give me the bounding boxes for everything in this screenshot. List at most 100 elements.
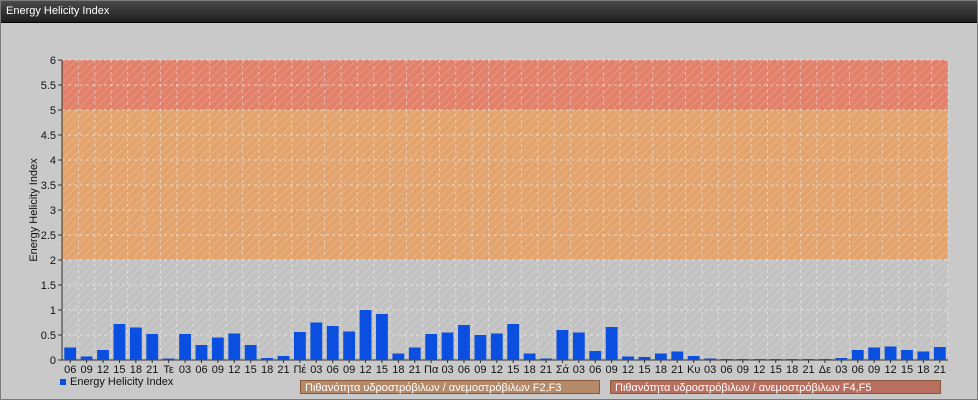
bar (851, 350, 864, 360)
bar (244, 345, 257, 360)
x-tick-label: 12 (228, 364, 240, 376)
x-tick-label: 18 (786, 364, 798, 376)
bar (704, 358, 716, 360)
x-tick-label: Δε (819, 364, 831, 376)
bar (622, 356, 634, 360)
x-tick-label: 03 (835, 364, 847, 376)
x-tick-label: 18 (655, 364, 667, 376)
y-tick-label: 1.5 (41, 280, 56, 292)
x-tick-label: 09 (868, 364, 880, 376)
x-tick-label: 06 (458, 364, 470, 376)
legend-band-f2f3: Πιθανότητα υδροστρόβιλων / ανεμοστρόβιλω… (300, 380, 600, 394)
bar (146, 334, 159, 360)
bar (129, 327, 142, 360)
y-tick-label: 0.5 (41, 330, 56, 342)
x-tick-label: 12 (491, 364, 503, 376)
x-tick-label: 21 (409, 364, 421, 376)
bar (97, 350, 109, 360)
bar (195, 345, 208, 360)
legend-band-f2f3-label: Πιθανότητα υδροστρόβιλων / ανεμοστρόβιλω… (305, 382, 562, 394)
bar (556, 330, 569, 360)
bar (802, 359, 815, 360)
x-tick-label: 21 (671, 364, 683, 376)
x-tick-label: 18 (130, 364, 142, 376)
x-tick-label: 12 (359, 364, 371, 376)
x-tick-label: Τε (163, 364, 174, 376)
x-tick-label: 15 (901, 364, 913, 376)
x-tick-label: Πέ (293, 364, 306, 376)
x-tick-label: 21 (146, 364, 158, 376)
x-tick-label: 09 (474, 364, 486, 376)
bar (901, 350, 913, 360)
bar (605, 327, 618, 360)
y-tick-label: 2.5 (41, 230, 56, 242)
bar (228, 333, 241, 360)
bar (720, 359, 733, 360)
x-tick-label: 21 (934, 364, 946, 376)
x-tick-label: 03 (704, 364, 716, 376)
y-tick-label: 4 (50, 155, 56, 167)
bar (786, 359, 799, 360)
bar (540, 358, 552, 360)
x-tick-label: 21 (802, 364, 814, 376)
x-tick-label: Σά (556, 364, 570, 376)
x-tick-label: 15 (770, 364, 782, 376)
bar (572, 332, 585, 360)
y-tick-label: 3 (50, 205, 56, 217)
bar (326, 326, 339, 360)
x-tick-label: 03 (310, 364, 322, 376)
x-tick-label: 06 (720, 364, 732, 376)
bar (835, 358, 848, 360)
bar (261, 358, 273, 360)
bar (671, 351, 684, 360)
bar (179, 334, 191, 360)
y-tick-label: 3.5 (41, 180, 56, 192)
x-tick-label: 15 (113, 364, 125, 376)
x-tick-label: 15 (376, 364, 388, 376)
bar (64, 347, 77, 360)
bar (211, 337, 224, 360)
y-tick-label: 5 (50, 105, 56, 117)
x-tick-label: 21 (277, 364, 289, 376)
x-tick-label: 09 (212, 364, 224, 376)
bar (376, 314, 388, 360)
energy-helicity-chart: 0 0.5 1 1.5 2 2.5 3 3.5 4 4.5 5 5.5 6 Energy Helicity… (28, 55, 949, 388)
y-tick-label: 5.5 (41, 80, 56, 92)
y-tick-label: 2 (50, 255, 56, 267)
y-tick-label: 1 (50, 305, 56, 317)
bar (359, 310, 372, 360)
legend-series-label: Energy Helicity Index (70, 376, 174, 388)
bar (408, 347, 421, 360)
x-tick-label: 15 (245, 364, 257, 376)
x-tick-label: 09 (343, 364, 355, 376)
legend-band-f4f5-label: Πιθανότητα υδροστρόβιλων / ανεμοστρόβιλω… (615, 382, 872, 394)
bar (753, 359, 766, 360)
x-tick-label: 09 (606, 364, 618, 376)
x-tick-label: 12 (622, 364, 634, 376)
x-tick-label: 12 (97, 364, 109, 376)
x-tick-label: 18 (261, 364, 273, 376)
bar (507, 324, 520, 360)
x-tick-label: 06 (852, 364, 864, 376)
x-tick-label: 06 (589, 364, 601, 376)
bar (654, 353, 667, 360)
x-tick-label: 18 (392, 364, 404, 376)
bar (392, 353, 405, 360)
legend-band-f4f5: Πιθανότητα υδροστρόβιλων / ανεμοστρόβιλω… (610, 380, 941, 394)
x-tick-label: 06 (64, 364, 76, 376)
bar (425, 334, 438, 360)
x-tick-label: 21 (540, 364, 552, 376)
x-tick-label: Κυ (687, 364, 700, 376)
x-tick-label: 06 (195, 364, 207, 376)
y-tick-label: 4.5 (41, 130, 56, 142)
bar (277, 356, 290, 360)
bar (441, 332, 454, 360)
x-tick-label: Πα (424, 364, 439, 376)
bar (523, 353, 536, 360)
x-tick-label: 12 (884, 364, 896, 376)
bar (933, 347, 946, 360)
bar (343, 331, 356, 360)
y-tick-label: 0 (50, 355, 56, 367)
bar (162, 358, 175, 360)
bar (80, 356, 93, 360)
